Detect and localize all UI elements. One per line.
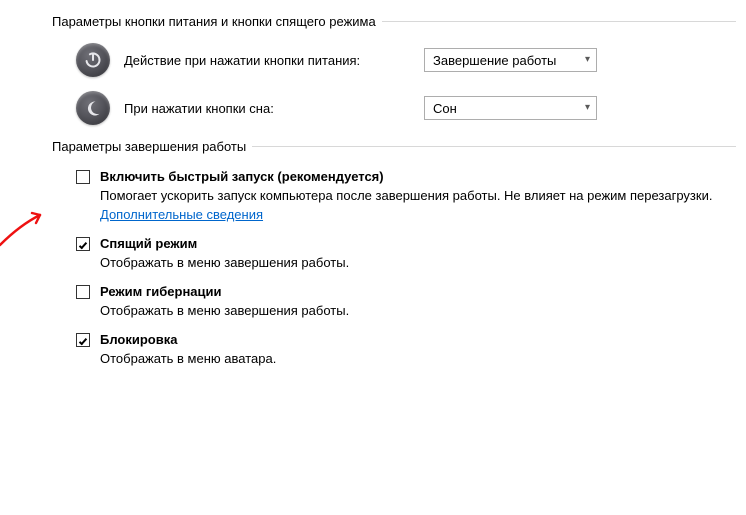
- option-fast-startup: Включить быстрый запуск (рекомендуется) …: [76, 168, 736, 225]
- power-button-action-row: Действие при нажатии кнопки питания: Зав…: [76, 43, 736, 77]
- power-icon: [76, 43, 110, 77]
- option-title: Режим гибернации: [100, 283, 736, 301]
- section-title-text: Параметры завершения работы: [52, 139, 246, 154]
- section-title-rule: [382, 21, 736, 22]
- section-title-rule: [252, 146, 736, 147]
- sleep-checkbox[interactable]: [76, 237, 90, 251]
- option-desc: Отображать в меню завершения работы.: [100, 254, 736, 273]
- select-value: Завершение работы: [433, 53, 556, 68]
- option-title: Включить быстрый запуск (рекомендуется): [100, 168, 736, 186]
- power-button-action-select[interactable]: Завершение работы ▾: [424, 48, 597, 72]
- sleep-button-action-label: При нажатии кнопки сна:: [124, 101, 424, 116]
- option-desc-text: Помогает ускорить запуск компьютера посл…: [100, 188, 712, 203]
- option-title: Спящий режим: [100, 235, 736, 253]
- option-desc: Отображать в меню аватара.: [100, 350, 736, 369]
- option-title: Блокировка: [100, 331, 736, 349]
- more-info-link[interactable]: Дополнительные сведения: [100, 207, 263, 222]
- fast-startup-checkbox[interactable]: [76, 170, 90, 184]
- power-button-action-label: Действие при нажатии кнопки питания:: [124, 53, 424, 68]
- select-value: Сон: [433, 101, 457, 116]
- option-lock: Блокировка Отображать в меню аватара.: [76, 331, 736, 369]
- sleep-button-action-row: При нажатии кнопки сна: Сон ▾: [76, 91, 736, 125]
- section-title-text: Параметры кнопки питания и кнопки спящег…: [52, 14, 376, 29]
- option-sleep: Спящий режим Отображать в меню завершени…: [76, 235, 736, 273]
- option-desc-text: Отображать в меню завершения работы.: [100, 255, 349, 270]
- option-desc: Помогает ускорить запуск компьютера посл…: [100, 187, 736, 225]
- option-desc-text: Отображать в меню аватара.: [100, 351, 276, 366]
- hibernate-checkbox[interactable]: [76, 285, 90, 299]
- option-desc: Отображать в меню завершения работы.: [100, 302, 736, 321]
- section-power-buttons-title: Параметры кнопки питания и кнопки спящег…: [52, 14, 736, 29]
- option-hibernate: Режим гибернации Отображать в меню завер…: [76, 283, 736, 321]
- chevron-down-icon: ▾: [585, 55, 590, 65]
- option-desc-text: Отображать в меню завершения работы.: [100, 303, 349, 318]
- chevron-down-icon: ▾: [585, 103, 590, 113]
- section-shutdown-settings-title: Параметры завершения работы: [52, 139, 736, 154]
- moon-icon: [76, 91, 110, 125]
- sleep-button-action-select[interactable]: Сон ▾: [424, 96, 597, 120]
- lock-checkbox[interactable]: [76, 333, 90, 347]
